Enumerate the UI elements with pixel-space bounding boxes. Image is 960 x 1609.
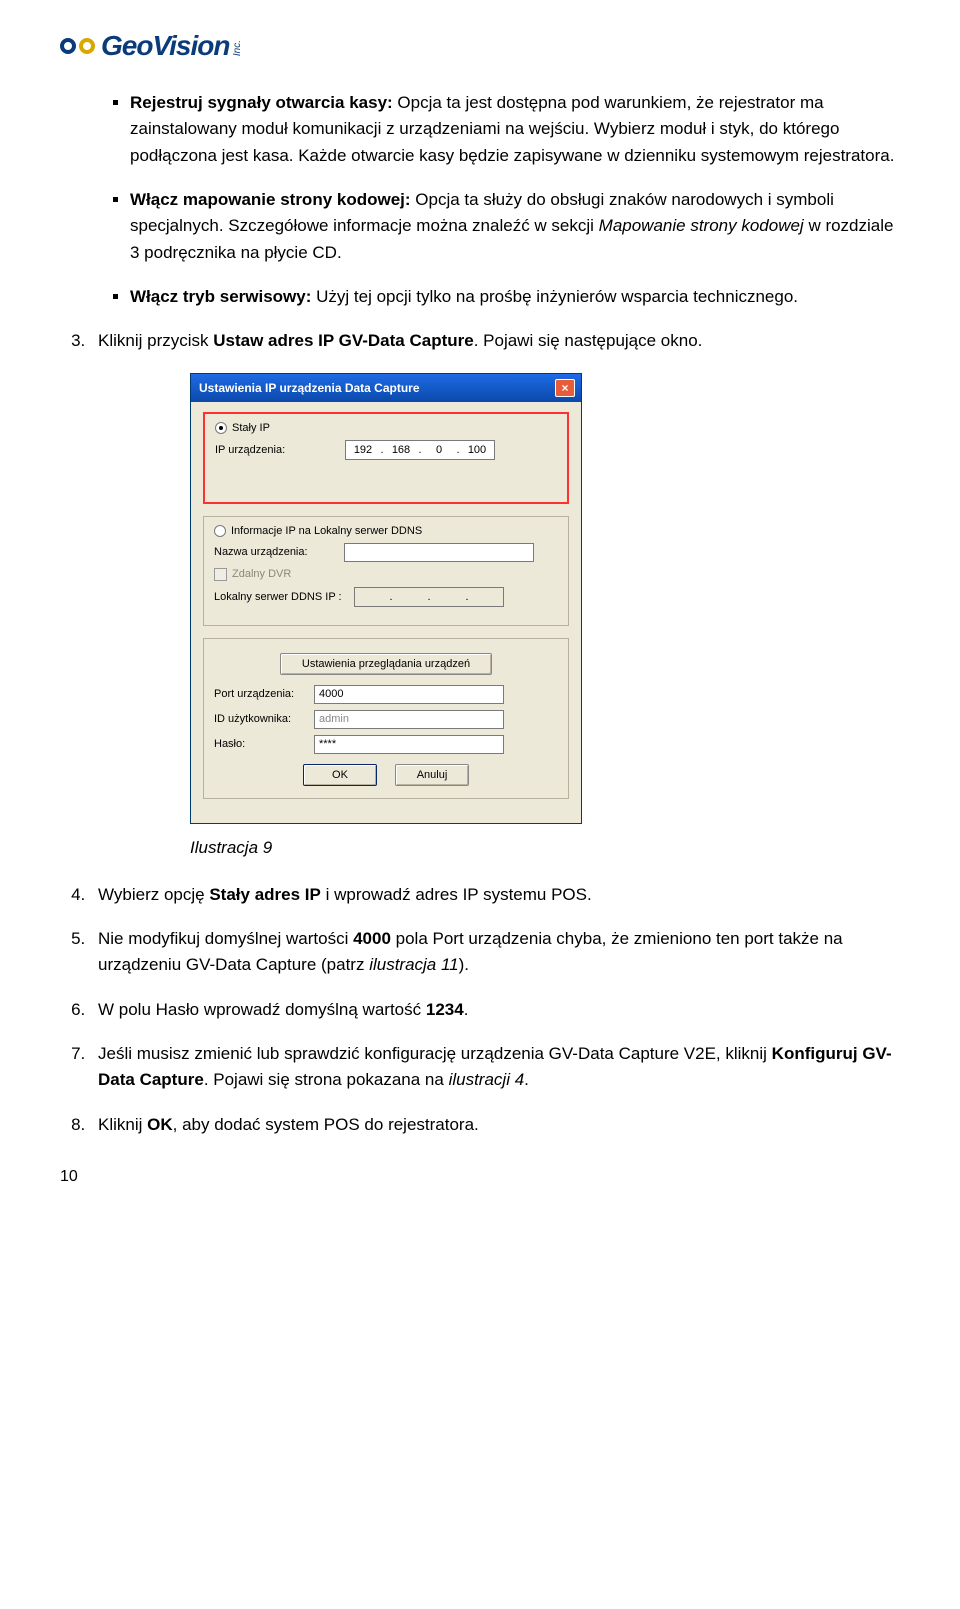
numbered-list-top: Kliknij przycisk Ustaw adres IP GV-Data … [60,328,900,354]
step-text: Kliknij przycisk [98,331,213,350]
device-name-label: Nazwa urządzenia: [214,546,344,558]
dialog-button-row: OK Anuluj [214,764,558,786]
bullet-item: Włącz tryb serwisowy: Użyj tej opcji tyl… [130,284,900,310]
step-3: Kliknij przycisk Ustaw adres IP GV-Data … [90,328,900,354]
ddns-section-label: Informacje IP na Lokalny serwer DDNS [231,525,422,537]
step-6: W polu Hasło wprowadź domyślną wartość 1… [90,997,900,1023]
port-input[interactable]: 4000 [314,685,504,704]
local-ddns-ip-input[interactable]: . . . [354,587,504,607]
ddns-group: Informacje IP na Lokalny serwer DDNS Naz… [203,516,569,626]
logo-text: GeoVision [101,30,229,62]
bullet-lead: Rejestruj sygnały otwarcia kasy: [130,93,393,112]
ddns-radio-row: Informacje IP na Lokalny serwer DDNS [214,525,558,537]
browse-devices-button[interactable]: Ustawienia przeglądania urządzeń [280,653,492,675]
bullet-item: Włącz mapowanie strony kodowej: Opcja ta… [130,187,900,266]
device-settings-group: Ustawienia przeglądania urządzeń Port ur… [203,638,569,799]
pass-row: Hasło: **** [214,735,558,754]
ok-button[interactable]: OK [303,764,377,786]
remote-dvr-label: Zdalny DVR [232,568,291,580]
bullet-list: Rejestruj sygnały otwarcia kasy: Opcja t… [60,90,900,310]
device-ip-input[interactable]: 192 . 168 . 0 . 100 [345,440,495,460]
user-row: ID użytkownika: admin [214,710,558,729]
dialog-window: Ustawienia IP urządzenia Data Capture × … [190,373,582,824]
static-ip-label: Stały IP [232,422,270,434]
pass-input[interactable]: **** [314,735,504,754]
bullet-lead: Włącz tryb serwisowy: [130,287,311,306]
device-ip-row: IP urządzenia: 192 . 168 . 0 . 100 [215,440,557,460]
user-input[interactable]: admin [314,710,504,729]
logo: GeoVision Inc. [60,30,900,62]
step-8: Kliknij OK, aby dodać system POS do reje… [90,1112,900,1138]
bullet-item: Rejestruj sygnały otwarcia kasy: Opcja t… [130,90,900,169]
port-label: Port urządzenia: [214,688,314,700]
cancel-button[interactable]: Anuluj [395,764,469,786]
dialog-titlebar: Ustawienia IP urządzenia Data Capture × [191,374,581,402]
pass-label: Hasło: [214,738,314,750]
radio-static-ip[interactable] [215,422,227,434]
device-ip-label: IP urządzenia: [215,444,345,456]
remote-dvr-row: Zdalny DVR [214,568,558,581]
user-label: ID użytkownika: [214,713,314,725]
dialog-title: Ustawienia IP urządzenia Data Capture [199,381,420,395]
document-page: GeoVision Inc. Rejestruj sygnały otwarci… [0,0,960,1226]
dialog-body: Stały IP IP urządzenia: 192 . 168 . 0 . … [191,402,581,823]
bullet-text: Użyj tej opcji tylko na prośbę inżynieró… [311,287,798,306]
numbered-list-bottom: Wybierz opcję Stały adres IP i wprowadź … [60,882,900,1138]
device-name-row: Nazwa urządzenia: [214,543,558,562]
local-ddns-ip-label: Lokalny serwer DDNS IP : [214,591,354,603]
close-icon[interactable]: × [555,379,575,397]
step-5: Nie modyfikuj domyślnej wartości 4000 po… [90,926,900,979]
bullet-lead: Włącz mapowanie strony kodowej: [130,190,411,209]
bullet-italic: Mapowanie strony kodowej [599,216,804,235]
checkbox-remote-dvr[interactable] [214,568,227,581]
port-row: Port urządzenia: 4000 [214,685,558,704]
figure-caption: Ilustracja 9 [190,838,900,858]
step-4: Wybierz opcję Stały adres IP i wprowadź … [90,882,900,908]
page-number: 10 [60,1168,900,1186]
radio-ddns[interactable] [214,525,226,537]
step-text: . Pojawi się następujące okno. [474,331,703,350]
device-name-input[interactable] [344,543,534,562]
logo-icon [60,38,95,54]
static-ip-group: Stały IP IP urządzenia: 192 . 168 . 0 . … [203,412,569,504]
step-bold: Ustaw adres IP GV-Data Capture [213,331,473,350]
local-ddns-ip-row: Lokalny serwer DDNS IP : . . . [214,587,558,607]
static-ip-radio-row: Stały IP [215,422,557,434]
logo-inc: Inc. [232,40,243,56]
step-7: Jeśli musisz zmienić lub sprawdzić konfi… [90,1041,900,1094]
